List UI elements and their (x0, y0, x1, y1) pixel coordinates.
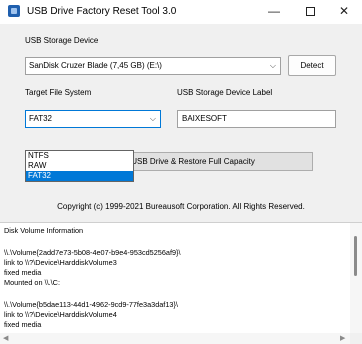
option-fat32[interactable]: FAT32 (26, 171, 133, 181)
log-line: \\.\Volume{2add7e73-5b08-4e07-b9e4-953cd… (4, 248, 181, 257)
file-system-dropdown: NTFS RAW FAT32 (25, 150, 134, 182)
log-line: fixed media (4, 268, 42, 277)
close-button[interactable]: ✕ (328, 0, 360, 24)
log-line: link to \\?\Device\HarddiskVolume4 (4, 310, 117, 319)
scroll-corner (350, 333, 362, 344)
log-line: \\.\Volume{b5dae113-44d1-4962-9cd9-77fe3… (4, 300, 178, 309)
log-line: Mounted on \\.\C: (4, 278, 60, 287)
file-system-value: FAT32 (29, 114, 52, 123)
main-panel: USB Storage Device SanDisk Cruzer Blade … (0, 24, 362, 222)
scroll-left-icon[interactable]: ◀ (3, 334, 8, 342)
title-bar: USB Drive Factory Reset Tool 3.0 — ✕ (0, 0, 362, 24)
chevron-down-icon: ⌵ (149, 114, 156, 123)
maximize-icon (305, 7, 315, 17)
usb-device-value: SanDisk Cruzer Blade (7,45 GB) (E:\) (29, 61, 162, 70)
log-output[interactable]: Disk Volume Information \\.\Volume{2add7… (0, 222, 362, 344)
vertical-scrollbar[interactable] (350, 223, 362, 335)
usb-app-icon (8, 5, 20, 17)
option-raw[interactable]: RAW (26, 161, 133, 171)
copyright-text: Copyright (c) 1999-2021 Bureausoft Corpo… (57, 202, 305, 211)
window-title: USB Drive Factory Reset Tool 3.0 (27, 6, 177, 17)
usb-device-select[interactable]: SanDisk Cruzer Blade (7,45 GB) (E:\) ⌵ (25, 57, 281, 75)
minimize-button[interactable]: — (258, 0, 290, 24)
maximize-button[interactable] (294, 0, 326, 24)
detect-button[interactable]: Detect (288, 55, 336, 76)
log-line: link to \\?\Device\HarddiskVolume3 (4, 258, 117, 267)
horizontal-scrollbar[interactable]: ◀ ▶ (0, 333, 350, 344)
volume-label-input[interactable]: BAIXESOFT (177, 110, 336, 128)
scroll-thumb[interactable] (354, 236, 357, 276)
file-system-label: Target File System (25, 88, 92, 97)
option-ntfs[interactable]: NTFS (26, 151, 133, 161)
log-line: fixed media (4, 320, 42, 329)
file-system-select[interactable]: FAT32 ⌵ (25, 110, 161, 128)
usb-device-label: USB Storage Device (25, 36, 99, 45)
chevron-down-icon: ⌵ (269, 61, 276, 70)
scroll-right-icon[interactable]: ▶ (340, 334, 345, 342)
log-line: Disk Volume Information (4, 226, 84, 235)
volume-label-label: USB Storage Device Label (177, 88, 273, 97)
